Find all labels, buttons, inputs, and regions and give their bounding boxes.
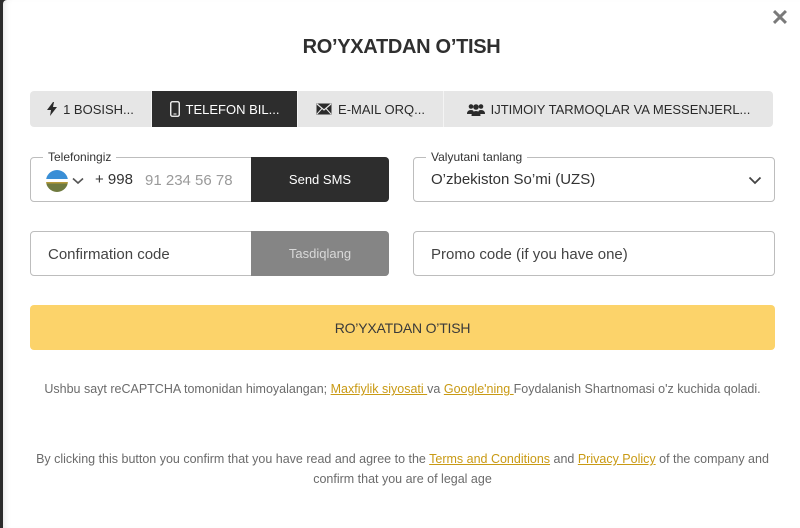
- confirmation-field: Tasdiqlang: [30, 231, 389, 276]
- lightning-icon: [47, 102, 58, 116]
- promo-code-input[interactable]: [431, 240, 751, 268]
- modal-title: RO’YXATDAN O’TISH: [302, 36, 501, 58]
- recaptcha-text: Ushbu sayt reCAPTCHA tomonidan himoyalan…: [44, 382, 331, 396]
- registration-tabs: 1 BOSISH... TELEFON BIL... E-MAIL ORQ...…: [30, 91, 773, 127]
- tab-social[interactable]: IJTIMOIY TARMOQLAR VA MESSENJERL...: [444, 91, 773, 127]
- tab-label: TELEFON BIL...: [185, 101, 280, 117]
- uzbekistan-flag-icon: [46, 170, 68, 192]
- tab-email[interactable]: E-MAIL ORQ...: [298, 91, 444, 127]
- tab-label: E-MAIL ORQ...: [338, 101, 425, 117]
- terms-note: By clicking this button you confirm that…: [30, 449, 775, 489]
- phone-input[interactable]: [145, 166, 250, 194]
- tab-label: 1 BOSISH...: [63, 101, 134, 117]
- terms-text: and: [550, 452, 578, 466]
- currency-legend: Valyutani tanlang: [426, 149, 528, 165]
- privacy-policy-link[interactable]: Maxfiylik siyosati: [331, 382, 428, 396]
- close-icon[interactable]: ✕: [770, 7, 790, 29]
- confirmation-code-input[interactable]: [48, 240, 248, 268]
- register-button[interactable]: RO’YXATDAN O’TISH: [30, 305, 775, 350]
- envelope-icon: [316, 103, 332, 115]
- recaptcha-text: va: [427, 382, 444, 396]
- tab-one-click[interactable]: 1 BOSISH...: [30, 91, 152, 127]
- registration-modal: ✕ RO’YXATDAN O’TISH 1 BOSISH... TELEFON …: [3, 0, 800, 528]
- confirm-code-button[interactable]: Tasdiqlang: [251, 231, 389, 276]
- currency-select[interactable]: Valyutani tanlang O’zbekiston So’mi (UZS…: [413, 149, 775, 202]
- send-sms-button[interactable]: Send SMS: [251, 157, 389, 202]
- chevron-down-icon: [748, 172, 762, 190]
- google-terms-link[interactable]: Google'ning: [444, 382, 514, 396]
- recaptcha-text: Foydalanish Shartnomasi o'z kuchida qola…: [513, 382, 761, 396]
- privacy-link[interactable]: Privacy Policy: [578, 452, 656, 466]
- currency-value: O’zbekiston So’mi (UZS): [431, 171, 596, 188]
- tab-label: IJTIMOIY TARMOQLAR VA MESSENJERL...: [490, 101, 751, 117]
- phone-icon: [169, 101, 180, 117]
- chevron-down-icon: [72, 172, 84, 190]
- recaptcha-note: Ushbu sayt reCAPTCHA tomonidan himoyalan…: [30, 379, 775, 399]
- tab-phone[interactable]: TELEFON BIL...: [152, 91, 298, 127]
- phone-prefix: + 998: [95, 171, 133, 188]
- phone-legend: Telefoningiz: [43, 149, 117, 165]
- terms-link[interactable]: Terms and Conditions: [429, 452, 550, 466]
- phone-field: Telefoningiz + 998 Send SMS: [30, 149, 389, 202]
- country-selector[interactable]: [46, 170, 84, 192]
- users-icon: [466, 103, 485, 116]
- promo-field: [413, 231, 775, 276]
- terms-text: By clicking this button you confirm that…: [36, 452, 430, 466]
